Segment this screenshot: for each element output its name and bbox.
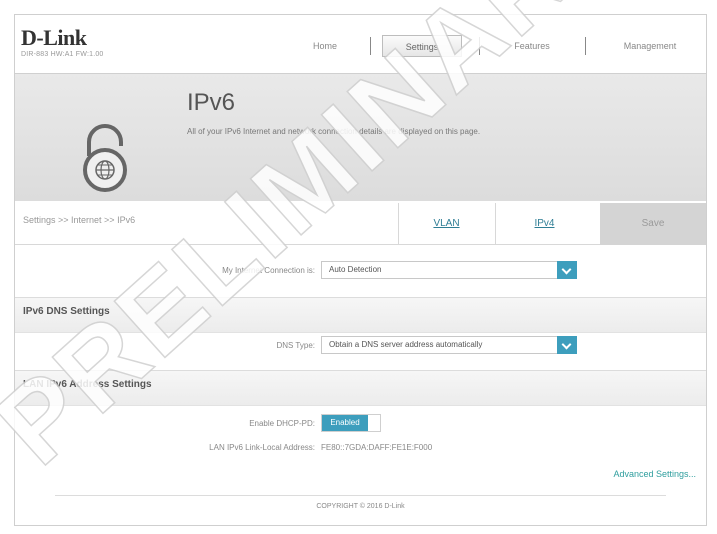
dns-section-header: IPv6 DNS Settings <box>15 297 706 333</box>
connection-select[interactable]: Auto Detection <box>321 261 577 279</box>
tab-vlan[interactable]: VLAN <box>398 203 494 245</box>
dns-type-value: Obtain a DNS server address automaticall… <box>329 340 483 349</box>
router-page: D-Link DIR-883 HW:A1 FW:1.00 Home Settin… <box>14 14 707 526</box>
ipv6-lock-globe-icon <box>83 124 127 192</box>
nav-divider <box>585 37 586 55</box>
connection-label: My Internet Connection is: <box>222 266 315 275</box>
page-title: IPv6 <box>187 89 236 116</box>
dhcp-pd-toggle[interactable]: Enabled <box>321 414 381 432</box>
copyright: COPYRIGHT © 2016 D-Link <box>316 503 405 510</box>
nav-features[interactable]: Features <box>497 35 567 57</box>
dhcp-pd-label: Enable DHCP-PD: <box>249 419 315 428</box>
lan-section-header: LAN IPv6 Address Settings <box>15 370 706 406</box>
model-info: DIR-883 HW:A1 FW:1.00 <box>21 51 104 58</box>
breadcrumb: Settings >> Internet >> IPv6 <box>23 215 136 225</box>
logo-text: D-Link <box>21 25 87 50</box>
toggle-state: Enabled <box>322 415 368 431</box>
chevron-down-icon[interactable] <box>557 336 577 354</box>
nav-management[interactable]: Management <box>600 35 700 57</box>
nav-home[interactable]: Home <box>295 35 355 57</box>
dns-type-select[interactable]: Obtain a DNS server address automaticall… <box>321 336 577 354</box>
nav-settings[interactable]: Settings <box>382 35 462 57</box>
link-local-label: LAN IPv6 Link-Local Address: <box>209 443 315 452</box>
save-button[interactable]: Save <box>600 203 706 245</box>
lan-section-title: LAN IPv6 Address Settings <box>23 379 152 390</box>
footer-divider <box>55 495 666 496</box>
page-description: All of your IPv6 Internet and network co… <box>187 127 481 136</box>
nav-divider <box>370 37 371 55</box>
page-banner <box>15 73 706 201</box>
dlink-logo: D-Link DIR-883 HW:A1 FW:1.00 <box>21 25 104 59</box>
dns-type-label: DNS Type: <box>276 341 315 350</box>
tab-ipv4[interactable]: IPv4 <box>495 203 593 245</box>
advanced-settings-link[interactable]: Advanced Settings... <box>613 469 696 479</box>
nav-divider <box>479 37 480 55</box>
tab-bar: Settings >> Internet >> IPv6 VLAN IPv4 S… <box>15 203 706 245</box>
dns-section-title: IPv6 DNS Settings <box>23 306 110 317</box>
connection-value: Auto Detection <box>329 265 382 274</box>
link-local-value: FE80::7GDA:DAFF:FE1E:F000 <box>321 443 433 452</box>
chevron-down-icon[interactable] <box>557 261 577 279</box>
main-nav: Home Settings Features Management <box>265 35 698 57</box>
